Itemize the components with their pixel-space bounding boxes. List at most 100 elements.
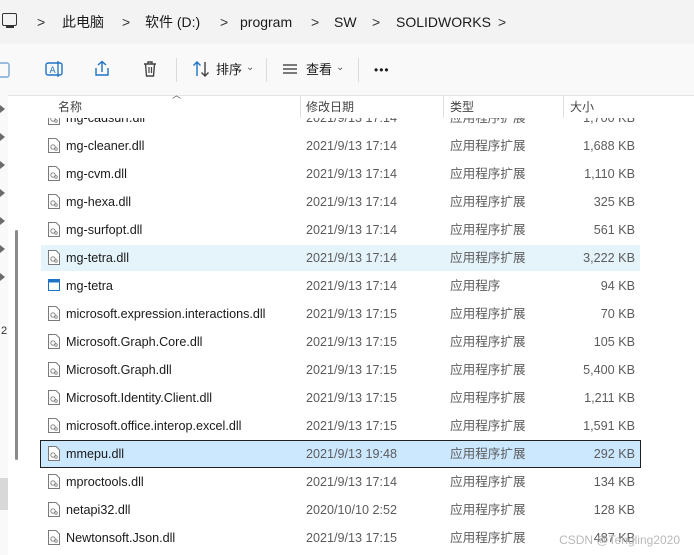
toolbar-divider [176, 58, 177, 82]
file-type: 应用程序扩展 [450, 223, 526, 237]
file-row[interactable]: microsoft.office.interop.excel.dll 2021/9… [41, 413, 640, 439]
view-button[interactable]: 查看 [306, 62, 332, 78]
file-size: 105 KB [593, 335, 635, 349]
dll-file-icon [48, 446, 60, 461]
view-icon[interactable] [280, 59, 300, 79]
file-modified-date: 2021/9/13 17:14 [306, 279, 398, 293]
address-bar[interactable]: > 此电脑 > 软件 (D:) > program > SW > SOLIDWO… [0, 0, 694, 44]
file-type: 应用程序扩展 [450, 251, 526, 265]
file-name: mg-cvm.dll [66, 167, 127, 181]
file-name: mg-cleaner.dll [66, 139, 145, 153]
file-modified-date: 2021/9/13 17:15 [306, 335, 398, 349]
file-modified-date: 2021/9/13 17:14 [306, 195, 398, 209]
file-size: 1,688 KB [583, 139, 635, 153]
column-header-size[interactable]: 大小 [570, 96, 594, 118]
breadcrumb-solidworks[interactable]: SOLIDWORKS [396, 13, 491, 31]
file-row[interactable]: Newtonsoft.Json.dll 2021/9/13 17:15 应用程序扩展… [41, 525, 640, 551]
file-row[interactable]: mg-tetra 2021/9/13 17:14 应用程序 94 KB [41, 273, 640, 299]
dll-file-icon [48, 250, 60, 265]
file-modified-date: 2021/9/13 19:48 [306, 447, 398, 461]
file-row[interactable]: mproctools.dll 2021/9/13 17:14 应用程序扩展 134 K… [41, 469, 640, 495]
file-type: 应用程序扩展 [450, 475, 526, 489]
column-header-type[interactable]: 类型 [450, 96, 474, 118]
file-row[interactable]: mg-cvm.dll 2021/9/13 17:14 应用程序扩展 1,110 KB [41, 161, 640, 187]
file-list: mg-cadsurf.dll 2021/9/13 17:14 应用程序扩展 1,700… [0, 118, 694, 555]
file-size: 561 KB [593, 223, 635, 237]
rename-icon[interactable]: A [44, 59, 64, 79]
file-modified-date: 2021/9/13 17:14 [306, 223, 398, 237]
file-modified-date: 2021/9/13 17:14 [306, 475, 398, 489]
file-modified-date: 2021/9/13 17:14 [306, 167, 398, 181]
file-type: 应用程序扩展 [450, 503, 526, 517]
column-divider[interactable] [300, 96, 301, 118]
breadcrumb-separator[interactable]: > [498, 13, 506, 31]
file-type: 应用程序扩展 [450, 335, 526, 349]
file-name: mg-cadsurf.dll [66, 118, 146, 125]
expand-arrow-icon[interactable] [0, 105, 5, 113]
file-type: 应用程序 [450, 279, 501, 293]
breadcrumb-sw[interactable]: SW [334, 13, 357, 31]
column-divider[interactable] [563, 96, 564, 118]
dll-file-icon [48, 138, 60, 153]
breadcrumb-program[interactable]: program [240, 13, 292, 31]
dll-file-icon [48, 502, 60, 517]
file-modified-date: 2021/9/13 17:14 [306, 139, 398, 153]
file-name: mproctools.dll [66, 475, 144, 489]
chevron-down-icon[interactable]: ⌄ [336, 62, 344, 73]
share-icon[interactable] [92, 59, 112, 79]
more-options-button[interactable]: ••• [374, 62, 390, 78]
file-row[interactable]: mg-hexa.dll 2021/9/13 17:14 应用程序扩展 325 KB [41, 189, 640, 215]
computer-icon[interactable] [2, 13, 17, 28]
breadcrumb-separator[interactable]: > [220, 13, 228, 31]
file-name: mmepu.dll [66, 447, 125, 461]
chevron-down-icon[interactable]: ⌄ [246, 62, 254, 73]
file-name: Microsoft.Identity.Client.dll [66, 391, 213, 405]
column-header-date[interactable]: 修改日期 [306, 96, 354, 118]
file-modified-date: 2021/9/13 17:14 [306, 118, 398, 125]
file-row[interactable]: Microsoft.Graph.Core.dll 2021/9/13 17:15 应… [41, 329, 640, 355]
dll-file-icon [48, 334, 60, 349]
file-size: 1,110 KB [584, 167, 635, 181]
breadcrumb-separator[interactable]: > [311, 13, 319, 31]
column-divider[interactable] [443, 96, 444, 118]
file-name: netapi32.dll [66, 503, 131, 517]
file-size: 1,700 KB [583, 118, 635, 125]
file-modified-date: 2020/10/10 2:52 [306, 503, 398, 517]
breadcrumb-this-pc[interactable]: 此电脑 [62, 13, 104, 31]
delete-icon[interactable] [140, 59, 160, 79]
file-row[interactable]: mmepu.dll 2021/9/13 19:48 应用程序扩展 292 KB [40, 440, 641, 468]
dll-file-icon [48, 194, 60, 209]
file-name: microsoft.expression.interactions.dll [66, 307, 266, 321]
file-size: 94 KB [600, 279, 635, 293]
file-row[interactable]: mg-cadsurf.dll 2021/9/13 17:14 应用程序扩展 1,700… [41, 118, 640, 131]
sort-button[interactable]: 排序 [216, 62, 242, 78]
dll-file-icon [48, 474, 60, 489]
toolbar-divider [266, 58, 267, 82]
file-row[interactable]: Microsoft.Identity.Client.dll 2021/9/13 1… [41, 385, 640, 411]
dll-file-icon [48, 362, 60, 377]
file-modified-date: 2021/9/13 17:14 [306, 251, 398, 265]
dll-file-icon [48, 418, 60, 433]
file-row[interactable]: mg-surfopt.dll 2021/9/13 17:14 应用程序扩展 561 K… [41, 217, 640, 243]
breadcrumb-separator[interactable]: > [122, 13, 130, 31]
file-row[interactable]: mg-tetra.dll 2021/9/13 17:14 应用程序扩展 3,222 K… [41, 245, 640, 271]
dll-file-icon [48, 166, 60, 181]
file-type: 应用程序扩展 [450, 447, 526, 461]
sort-icon[interactable] [191, 59, 211, 79]
file-size: 1,591 KB [583, 419, 635, 433]
dll-file-icon [48, 390, 60, 405]
file-row[interactable]: netapi32.dll 2020/10/10 2:52 应用程序扩展 128 KB [41, 497, 640, 523]
file-type: 应用程序扩展 [450, 307, 526, 321]
breadcrumb-separator[interactable]: > [372, 13, 380, 31]
breadcrumb-drive-d[interactable]: 软件 (D:) [145, 13, 200, 31]
file-type: 应用程序扩展 [450, 419, 526, 433]
file-row[interactable]: microsoft.expression.interactions.dll 202… [41, 301, 640, 327]
file-row[interactable]: Microsoft.Graph.dll 2021/9/13 17:15 应用程序扩展… [41, 357, 640, 383]
breadcrumb-separator[interactable]: > [37, 13, 45, 31]
paste-icon[interactable] [0, 59, 14, 79]
file-row[interactable]: mg-cleaner.dll 2021/9/13 17:14 应用程序扩展 1,688… [41, 133, 640, 159]
column-header-name[interactable]: 名称 [58, 96, 82, 118]
file-name: Microsoft.Graph.dll [66, 363, 172, 377]
file-modified-date: 2021/9/13 17:15 [306, 307, 398, 321]
file-modified-date: 2021/9/13 17:15 [306, 419, 398, 433]
